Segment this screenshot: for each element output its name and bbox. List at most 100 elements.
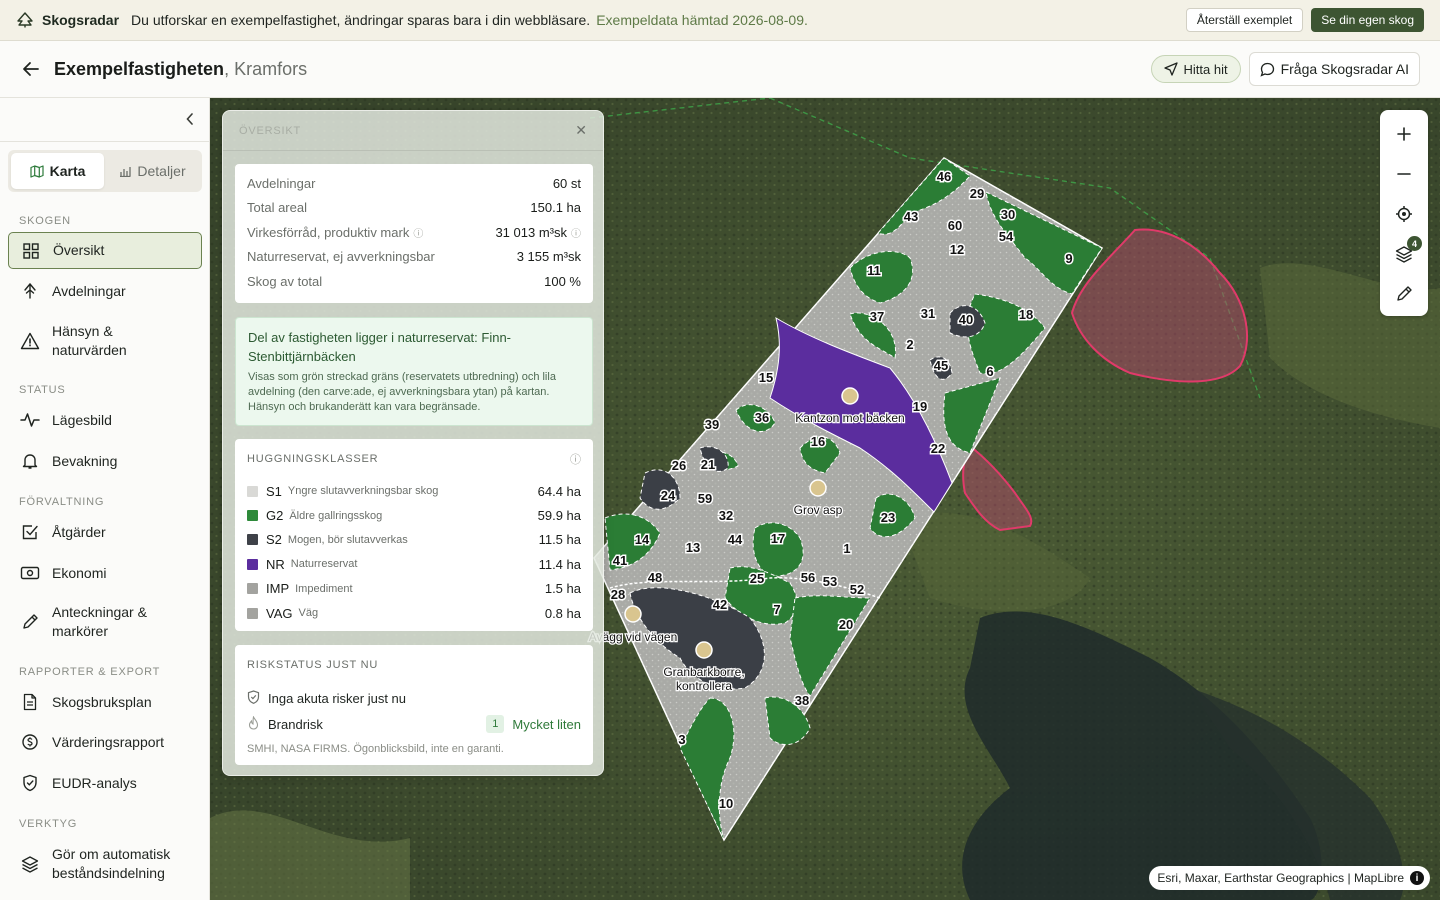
map-controls: 4: [1380, 110, 1428, 316]
stand-number[interactable]: 37: [868, 308, 885, 326]
brand-logo[interactable]: Skogsradar: [16, 12, 119, 28]
stand-number[interactable]: 43: [902, 208, 919, 226]
sidebar-item-considerations[interactable]: Hänsyn & naturvärden: [8, 320, 202, 362]
map-view[interactable]: Kantzon mot bäcken Grov asp Avägg vid vä…: [210, 98, 1440, 900]
stat-label: Skog av total: [247, 273, 323, 289]
stand-number[interactable]: 2: [905, 336, 915, 354]
risk-status-header: RISKSTATUS JUST NU: [235, 645, 593, 685]
info-icon[interactable]: ⓘ: [571, 225, 581, 240]
stand-number[interactable]: 40: [957, 311, 974, 329]
stand-number[interactable]: 17: [769, 530, 786, 548]
stand-number[interactable]: 18: [1017, 306, 1034, 324]
zoom-in-button[interactable]: [1380, 114, 1428, 154]
maplibre-link[interactable]: MapLibre: [1354, 871, 1404, 885]
close-icon[interactable]: ✕: [575, 122, 587, 139]
stand-number[interactable]: 26: [670, 457, 687, 475]
stand-number[interactable]: 30: [999, 206, 1016, 224]
class-code: VAG: [266, 605, 293, 621]
sidebar-item-economy[interactable]: Ekonomi: [8, 556, 202, 590]
stand-number[interactable]: 15: [757, 369, 774, 387]
class-code: S2: [266, 532, 282, 548]
stand-number[interactable]: 45: [932, 357, 949, 375]
cutting-class-row[interactable]: IMP Impediment 1.5 ha: [235, 577, 593, 601]
stand-number[interactable]: 13: [684, 539, 701, 557]
stand-number[interactable]: 21: [699, 456, 716, 474]
class-swatch: [247, 534, 258, 546]
ask-ai-button[interactable]: Fråga Skogsradar AI: [1248, 52, 1420, 86]
stand-number[interactable]: 9: [1064, 250, 1074, 268]
collapse-sidebar-icon[interactable]: [183, 112, 197, 126]
stat-row: Avdelningar 60 st: [235, 171, 593, 196]
stand-number[interactable]: 36: [753, 409, 770, 427]
fire-risk-text: Mycket liten: [512, 716, 581, 732]
sidebar-item-actions[interactable]: Åtgärder: [8, 515, 202, 549]
stand-number[interactable]: 28: [609, 586, 626, 604]
sidebar-item-eudr[interactable]: EUDR-analys: [8, 766, 202, 800]
stand-number[interactable]: 54: [997, 228, 1015, 246]
stand-number[interactable]: 52: [848, 581, 865, 599]
stand-number[interactable]: 14: [633, 531, 651, 549]
info-icon[interactable]: ⓘ: [413, 225, 423, 240]
stand-number[interactable]: 41: [611, 552, 628, 570]
stand-number[interactable]: 19: [911, 398, 928, 416]
stand-number[interactable]: 11: [866, 262, 883, 280]
stand-number[interactable]: 39: [703, 416, 720, 434]
cutting-class-row[interactable]: G2 Äldre gallringsskog 59.9 ha: [235, 503, 593, 527]
cutting-class-row[interactable]: S2 Mogen, bör slutavverkas 11.5 ha: [235, 528, 593, 552]
zoom-out-button[interactable]: [1380, 154, 1428, 194]
stand-number[interactable]: 29: [968, 185, 985, 203]
stand-number[interactable]: 53: [821, 573, 838, 591]
class-description: Äldre gallringsskog: [289, 509, 383, 522]
stand-number[interactable]: 44: [726, 531, 744, 549]
sidebar-item-stands[interactable]: Avdelningar: [8, 274, 202, 308]
risk-none-text: Inga akuta risker just nu: [268, 690, 407, 706]
sidebar-item-monitoring[interactable]: Bevakning: [8, 444, 202, 478]
cutting-class-row[interactable]: S1 Yngre slutavverkningsbar skog 64.4 ha: [235, 479, 593, 503]
stand-number[interactable]: 38: [793, 692, 810, 710]
reset-example-button[interactable]: Återställ exemplet: [1185, 8, 1304, 32]
stand-number[interactable]: 60: [946, 217, 963, 235]
locate-button[interactable]: [1380, 194, 1428, 234]
stand-number[interactable]: 20: [837, 616, 854, 634]
sidebar-item-notes[interactable]: Anteckningar & markörer: [8, 601, 202, 643]
stand-number[interactable]: 32: [717, 507, 734, 525]
draw-button[interactable]: [1380, 274, 1428, 314]
stand-number[interactable]: 24: [659, 487, 677, 505]
stat-label-with-info: Virkesförråd, produktiv mark ⓘ: [247, 225, 423, 240]
stand-number[interactable]: 7: [772, 601, 782, 619]
sidebar-item-situation[interactable]: Lägesbild: [8, 403, 202, 437]
stand-number[interactable]: 31: [919, 305, 936, 323]
sidebar-item-overview[interactable]: Översikt: [8, 232, 202, 269]
sidebar-item-plan[interactable]: Skogsbruksplan: [8, 685, 202, 719]
stand-number[interactable]: 23: [879, 509, 896, 527]
info-icon[interactable]: i: [1410, 871, 1424, 885]
sidebar-item-auto-division[interactable]: Gör om automatisk beståndsindelning: [8, 843, 202, 885]
ask-ai-label: Fråga Skogsradar AI: [1280, 61, 1409, 77]
overview-panel: ÖVERSIKT ✕ Avdelningar 60 st Total areal…: [222, 110, 604, 776]
stand-number[interactable]: 42: [711, 596, 728, 614]
stand-number[interactable]: 3: [677, 731, 687, 749]
stand-number[interactable]: 6: [985, 363, 995, 381]
minus-icon: [1397, 173, 1411, 175]
tab-map[interactable]: Karta: [11, 153, 104, 189]
cutting-class-row[interactable]: NR Naturreservat 11.4 ha: [235, 552, 593, 576]
stand-number[interactable]: 12: [948, 241, 965, 259]
tab-details[interactable]: Detaljer: [106, 153, 199, 189]
navigate-here-button[interactable]: Hitta hit: [1150, 55, 1241, 83]
demo-banner: Skogsradar Du utforskar en exempelfastig…: [0, 0, 1440, 41]
stand-number[interactable]: 46: [935, 168, 952, 186]
layers-button[interactable]: 4: [1380, 234, 1428, 274]
cutting-class-row[interactable]: VAG Väg 0.8 ha: [235, 601, 593, 625]
stand-number[interactable]: 16: [809, 433, 826, 451]
stand-number[interactable]: 22: [929, 440, 946, 458]
stand-number[interactable]: 25: [748, 570, 765, 588]
info-icon[interactable]: ⓘ: [570, 451, 581, 467]
stand-number[interactable]: 59: [696, 490, 713, 508]
stand-number[interactable]: 10: [717, 795, 734, 813]
see-own-forest-button[interactable]: Se din egen skog: [1311, 8, 1424, 32]
stand-number[interactable]: 1: [842, 540, 852, 558]
stand-number[interactable]: 48: [646, 569, 663, 587]
back-arrow-icon[interactable]: [20, 58, 42, 80]
sidebar-item-valuation[interactable]: Värderingsrapport: [8, 725, 202, 759]
stand-number[interactable]: 56: [799, 569, 816, 587]
